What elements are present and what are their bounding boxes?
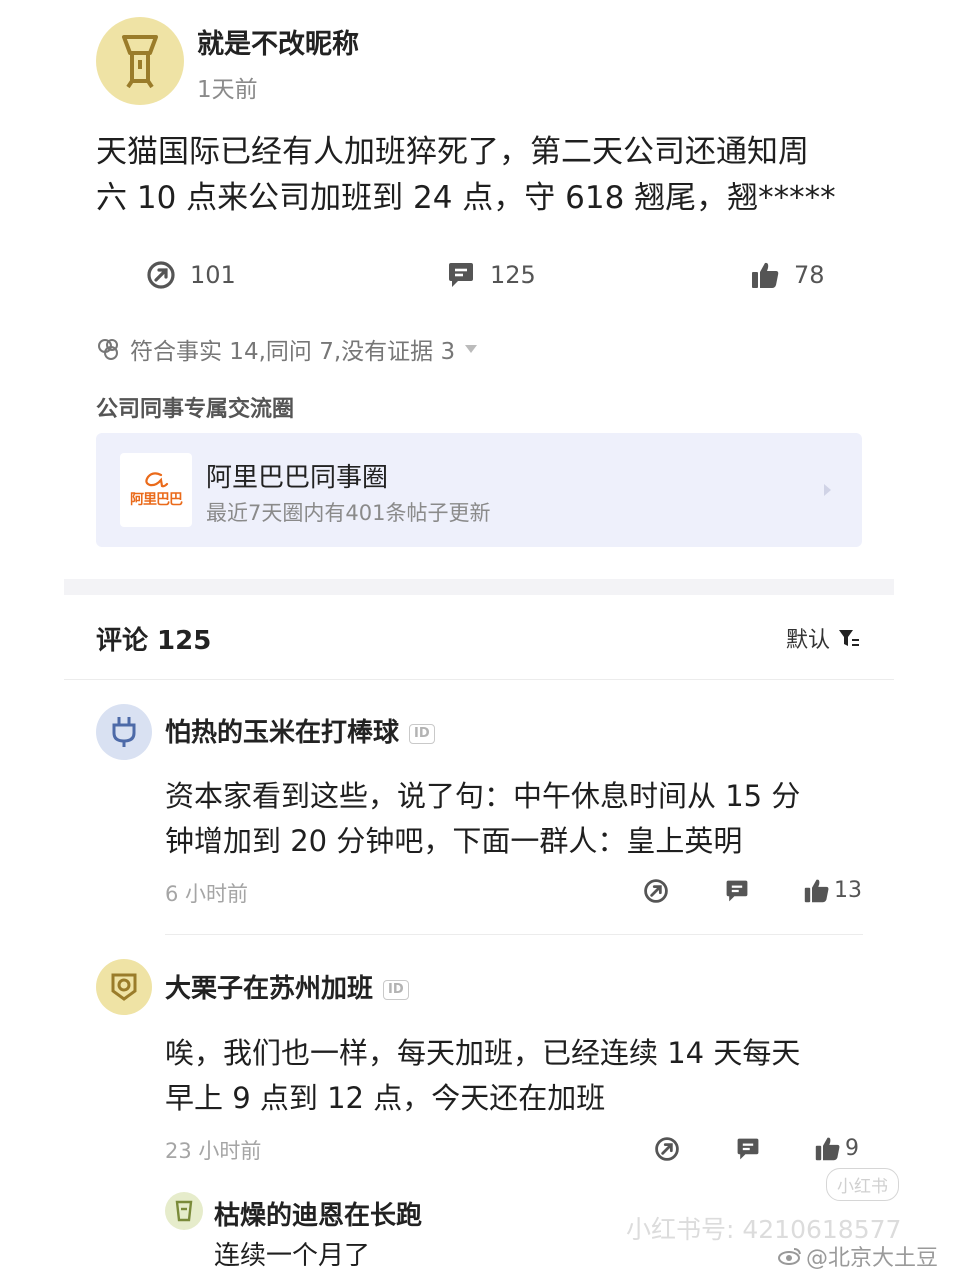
reply-text: 连续一个月了 bbox=[214, 1241, 371, 1271]
comment-share-icon[interactable] bbox=[654, 1136, 680, 1162]
reply-username[interactable]: 枯燥的迪恩在长跑 bbox=[214, 1195, 422, 1232]
thumbs-up-icon bbox=[803, 877, 830, 904]
comment-time: 23 小时前 bbox=[165, 1139, 262, 1163]
post-time: 1天前 bbox=[197, 77, 258, 103]
reactions-row[interactable]: 符合事实 14,同问 7,没有证据 3 bbox=[96, 332, 478, 366]
expand-triangle-icon bbox=[465, 345, 478, 353]
like-count: 78 bbox=[794, 261, 825, 289]
weibo-eye-icon bbox=[778, 1246, 802, 1266]
weibo-watermark-text: @北京大土豆 bbox=[806, 1246, 939, 1271]
chevron-right-icon bbox=[824, 484, 831, 496]
comment-like-count: 13 bbox=[834, 878, 862, 903]
alibaba-logo-text: 阿里巴巴 bbox=[130, 492, 183, 508]
reactions-text: 符合事实 14,同问 7,没有证据 3 bbox=[130, 339, 456, 365]
comment-reply-icon[interactable] bbox=[735, 1136, 761, 1162]
alibaba-a-icon bbox=[145, 472, 169, 488]
comment-time: 6 小时前 bbox=[165, 882, 249, 906]
comment-username[interactable]: 大栗子在苏州加班 ID bbox=[165, 968, 409, 1005]
comment-avatar[interactable] bbox=[96, 704, 152, 760]
circle-section-title: 公司同事专属交流圈 bbox=[96, 397, 295, 422]
like-button[interactable]: 78 bbox=[750, 260, 825, 290]
comment-text-line1: 资本家看到这些，说了句：中午休息时间从 15 分 bbox=[165, 779, 801, 813]
flashlight-avatar-icon bbox=[122, 35, 158, 89]
alibaba-logo: 阿里巴巴 bbox=[120, 453, 192, 527]
thumbs-up-icon bbox=[750, 260, 780, 290]
reply-avatar[interactable] bbox=[165, 1192, 203, 1230]
share-button[interactable]: 101 bbox=[146, 260, 236, 290]
post-content-line2: 六 10 点来公司加班到 24 点，守 618 翘尾，翘***** bbox=[96, 180, 836, 216]
id-badge: ID bbox=[383, 979, 409, 1000]
xhs-watermark-logo: 小红书 bbox=[826, 1168, 899, 1201]
filter-icon bbox=[838, 627, 860, 649]
comment-like-button[interactable]: 13 bbox=[803, 877, 862, 904]
cup-avatar-icon bbox=[175, 1200, 193, 1222]
reaction-bubbles-icon bbox=[96, 336, 122, 362]
comment-username-text: 大栗子在苏州加班 bbox=[165, 974, 374, 1004]
comment-avatar[interactable] bbox=[96, 959, 152, 1015]
share-count: 101 bbox=[190, 261, 236, 289]
thumbs-up-icon bbox=[814, 1135, 841, 1162]
author-name[interactable]: 就是不改昵称 bbox=[197, 22, 359, 61]
post-content-line1: 天猫国际已经有人加班猝死了，第二天公司还通知周 bbox=[96, 134, 809, 170]
circle-name: 阿里巴巴同事圈 bbox=[206, 463, 389, 493]
circle-desc: 最近7天圈内有401条帖子更新 bbox=[206, 501, 491, 525]
circle-card[interactable]: 阿里巴巴 阿里巴巴同事圈 最近7天圈内有401条帖子更新 bbox=[96, 433, 862, 547]
share-icon bbox=[146, 260, 176, 290]
comment-button[interactable]: 125 bbox=[446, 260, 536, 290]
comments-header-divider bbox=[64, 679, 894, 680]
author-avatar[interactable] bbox=[96, 17, 184, 105]
id-badge: ID bbox=[409, 723, 435, 744]
comments-title: 评论 125 bbox=[96, 626, 212, 656]
comment-username-text: 怕热的玉米在打棒球 bbox=[165, 718, 400, 748]
sort-label: 默认 bbox=[786, 628, 831, 653]
comment-reply-icon[interactable] bbox=[724, 878, 750, 904]
comment-text-line2: 钟增加到 20 分钟吧，下面一群人：皇上英明 bbox=[165, 824, 743, 858]
plug-avatar-icon bbox=[112, 717, 136, 747]
medal-avatar-icon bbox=[111, 973, 137, 1001]
section-separator bbox=[64, 579, 894, 595]
comment-icon bbox=[446, 260, 476, 290]
comment-like-count: 9 bbox=[845, 1136, 859, 1161]
comment-divider bbox=[165, 934, 863, 935]
comment-count: 125 bbox=[490, 261, 536, 289]
comment-text-line1: 唉，我们也一样，每天加班，已经连续 14 天每天 bbox=[165, 1036, 801, 1070]
comment-like-button[interactable]: 9 bbox=[814, 1135, 859, 1162]
weibo-watermark: @北京大土豆 bbox=[778, 1240, 938, 1272]
sort-button[interactable]: 默认 bbox=[786, 622, 860, 654]
comment-share-icon[interactable] bbox=[643, 878, 669, 904]
comment-text-line2: 早上 9 点到 12 点，今天还在加班 bbox=[165, 1081, 606, 1115]
comment-username[interactable]: 怕热的玉米在打棒球 ID bbox=[165, 712, 435, 749]
